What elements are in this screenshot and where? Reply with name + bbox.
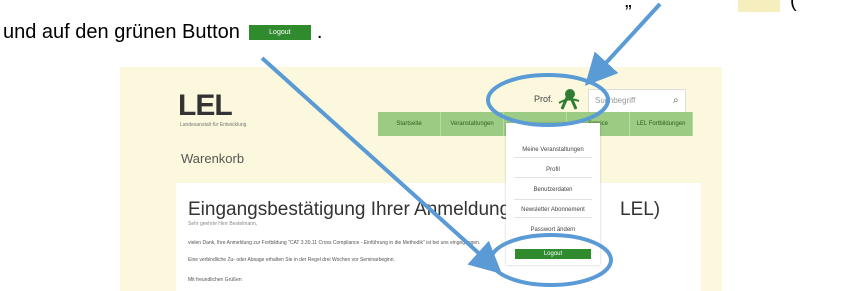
confirmation-card: Eingangsbestätigung Ihrer Anmeldung im B… xyxy=(176,183,701,291)
website-screenshot: LEL Landesanstalt für Entwicklung Prof. … xyxy=(120,67,722,291)
highlight-chip xyxy=(738,0,780,12)
dropdown-divider xyxy=(514,157,592,158)
instruction-period: . xyxy=(316,20,323,43)
nav-item-training[interactable]: LEL Fortbildungen xyxy=(630,112,693,136)
logout-button-sample: Logout xyxy=(248,24,311,40)
dropdown-divider xyxy=(514,199,592,200)
dropdown-item-newsletter[interactable]: Newsletter Abonnement xyxy=(506,207,600,213)
instruction-text: und auf den grünen Button xyxy=(3,20,240,43)
page-title: Warenkorb xyxy=(181,151,245,166)
logo-subtitle: Landesanstalt für Entwicklung xyxy=(180,122,247,128)
user-dropdown-menu: Meine Veranstaltungen Profil Benutzerdat… xyxy=(506,123,600,265)
dropdown-divider xyxy=(514,177,592,178)
confirmation-paragraph-2: Eine verbindliche Zu- oder Absage erhalt… xyxy=(188,257,395,263)
user-avatar-icon[interactable] xyxy=(556,87,582,111)
dropdown-item-my-events[interactable]: Meine Veranstaltungen xyxy=(506,147,600,153)
heading-part-3: LEL) xyxy=(620,199,661,220)
header-username[interactable]: Prof. xyxy=(534,94,553,104)
logout-button[interactable]: Logout xyxy=(515,249,591,259)
dropdown-item-password[interactable]: Passwort ändern xyxy=(506,227,600,233)
nav-item-events[interactable]: Veranstaltungen xyxy=(441,112,504,136)
paren-fragment: ( xyxy=(790,0,797,12)
search-icon[interactable]: ⌕ xyxy=(673,95,679,106)
dropdown-item-userdata[interactable]: Benutzerdaten xyxy=(506,187,600,193)
search-input[interactable]: Suchbegriff xyxy=(588,89,686,113)
instruction-line-2: und auf den grünen Button Logout . xyxy=(3,19,322,45)
quote-fragment: „ xyxy=(625,0,632,12)
heading-part-1: Eingangsbestätigung Ihrer Anmel xyxy=(188,199,468,220)
dropdown-item-profile[interactable]: Profil xyxy=(506,167,600,173)
confirmation-paragraph-1: vielen Dank, Ihre Anmeldung zur Fortbild… xyxy=(188,240,481,246)
dropdown-divider xyxy=(514,217,592,218)
site-logo[interactable]: LEL xyxy=(178,89,233,123)
closing-line: Mit freundlichen Grüßen xyxy=(188,277,242,283)
nav-item-start[interactable]: Startseite xyxy=(378,112,441,136)
salutation: Sehr geehrte Herr Bestelmann, xyxy=(188,221,258,227)
instruction-line-1: „ ( xyxy=(0,0,856,16)
